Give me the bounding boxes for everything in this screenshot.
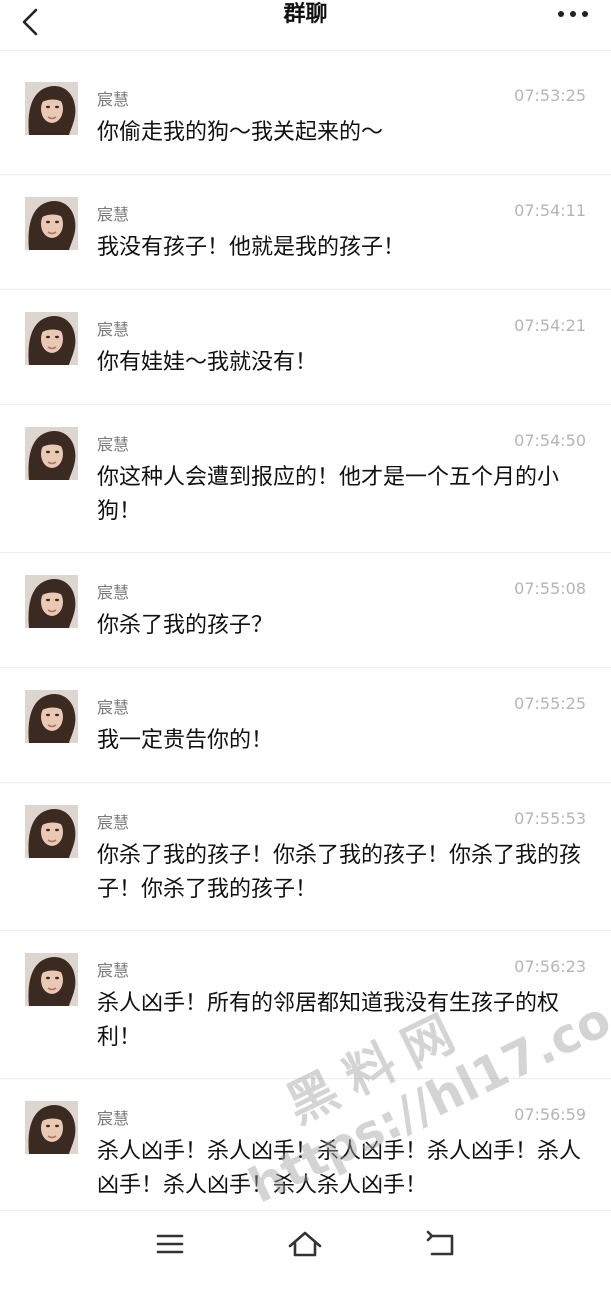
message-text: 我没有孩子！他就是我的孩子！	[97, 235, 406, 260]
message-time: 07:55:25	[514, 694, 586, 713]
avatar[interactable]	[25, 197, 78, 250]
message-item[interactable]: 宸慧 07:55:08 你杀了我的孩子？	[0, 553, 611, 668]
message-item[interactable]: 宸慧 07:55:25 我一定贵告你的！	[0, 668, 611, 783]
message-text: 你杀了我的孩子？	[97, 613, 274, 638]
page-title: 群聊	[283, 2, 328, 27]
message-time: 07:54:50	[514, 431, 586, 450]
avatar[interactable]	[25, 805, 78, 858]
sender-name: 宸慧	[97, 205, 130, 224]
message-text: 你有娃娃～我就没有！	[97, 350, 318, 375]
home-icon[interactable]	[285, 1227, 325, 1261]
sender-name: 宸慧	[97, 435, 130, 454]
sender-name: 宸慧	[97, 698, 130, 717]
message-text: 我一定贵告你的！	[97, 728, 274, 753]
sender-name: 宸慧	[97, 320, 130, 339]
message-text: 你这种人会遭到报应的！他才是一个五个月的小狗！	[97, 465, 560, 524]
message-item[interactable]: 宸慧 07:54:11 我没有孩子！他就是我的孩子！	[0, 175, 611, 290]
message-time: 07:55:08	[514, 579, 586, 598]
avatar[interactable]	[25, 82, 78, 135]
message-list: 宸慧 07:53:25 你偷走我的狗～我关起来的～ 宸慧 07:54:11 我没…	[0, 60, 611, 1219]
message-time: 07:53:25	[514, 86, 586, 105]
message-item[interactable]: 宸慧 07:56:59 杀人凶手！杀人凶手！杀人凶手！杀人凶手！杀人凶手！杀人凶…	[0, 1079, 611, 1219]
avatar[interactable]	[25, 575, 78, 628]
message-text: 你偷走我的狗～我关起来的～	[97, 120, 384, 145]
avatar[interactable]	[25, 427, 78, 480]
message-item[interactable]: 宸慧 07:54:50 你这种人会遭到报应的！他才是一个五个月的小狗！	[0, 405, 611, 553]
message-time: 07:54:21	[514, 316, 586, 335]
message-text: 杀人凶手！杀人凶手！杀人凶手！杀人凶手！杀人凶手！杀人凶手！杀人杀人凶手！	[97, 1139, 582, 1198]
message-item[interactable]: 宸慧 07:56:23 杀人凶手！所有的邻居都知道我没有生孩子的权利！	[0, 931, 611, 1079]
menu-icon[interactable]	[150, 1227, 190, 1261]
sender-name: 宸慧	[97, 1109, 130, 1128]
message-item[interactable]: 宸慧 07:54:21 你有娃娃～我就没有！	[0, 290, 611, 405]
message-time: 07:54:11	[514, 201, 586, 220]
message-time: 07:56:59	[514, 1105, 586, 1124]
avatar[interactable]	[25, 953, 78, 1006]
avatar[interactable]	[25, 312, 78, 365]
avatar[interactable]	[25, 1101, 78, 1154]
avatar[interactable]	[25, 690, 78, 743]
return-icon[interactable]	[422, 1227, 462, 1261]
message-text: 杀人凶手！所有的邻居都知道我没有生孩子的权利！	[97, 991, 560, 1050]
message-text: 你杀了我的孩子！你杀了我的孩子！你杀了我的孩子！你杀了我的孩子！	[97, 843, 582, 902]
message-time: 07:55:53	[514, 809, 586, 828]
more-dots-icon[interactable]	[553, 4, 593, 24]
message-item[interactable]: 宸慧 07:55:53 你杀了我的孩子！你杀了我的孩子！你杀了我的孩子！你杀了我…	[0, 783, 611, 931]
sender-name: 宸慧	[97, 813, 130, 832]
message-time: 07:56:23	[514, 957, 586, 976]
sender-name: 宸慧	[97, 961, 130, 980]
top-bar: 群聊	[0, 0, 611, 51]
sender-name: 宸慧	[97, 90, 130, 109]
sender-name: 宸慧	[97, 583, 130, 602]
system-nav-bar	[0, 1210, 611, 1281]
message-item[interactable]: 宸慧 07:53:25 你偷走我的狗～我关起来的～	[0, 60, 611, 175]
